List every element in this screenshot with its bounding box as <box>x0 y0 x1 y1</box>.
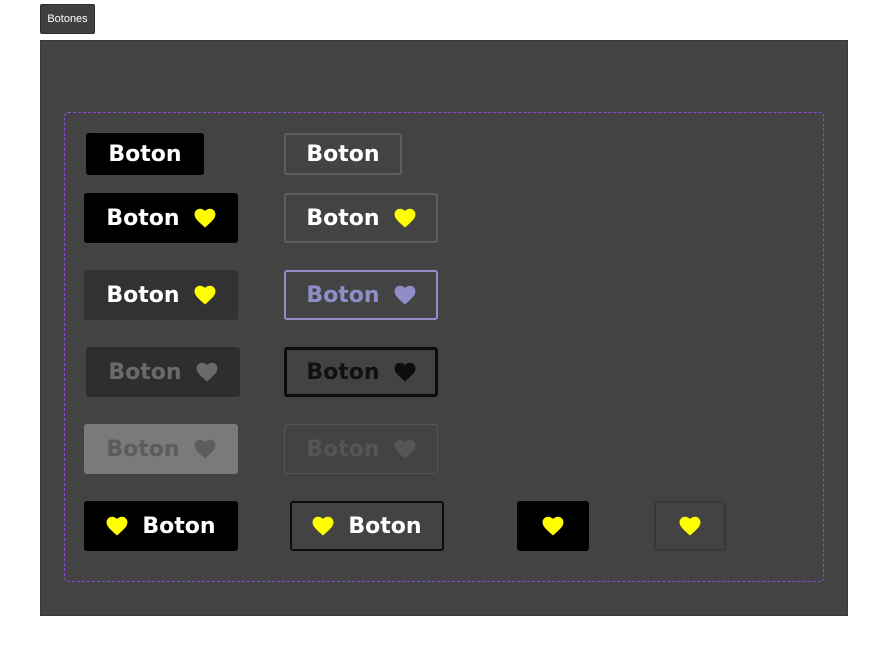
icon-button-primary[interactable] <box>517 501 589 551</box>
button-label: Boton <box>108 359 182 385</box>
icon-button-secondary[interactable] <box>654 501 726 551</box>
heart-icon <box>679 516 701 536</box>
button-label: Boton <box>106 436 180 462</box>
button-secondary-active[interactable]: Boton <box>284 347 438 397</box>
heart-icon <box>394 362 416 382</box>
frame-title[interactable]: Botones <box>40 4 95 34</box>
button-label: Boton <box>306 436 380 462</box>
button-secondary-focus[interactable]: Boton <box>284 270 438 320</box>
heart-icon <box>194 439 216 459</box>
heart-icon <box>394 439 416 459</box>
button-primary-active[interactable]: Boton <box>86 347 240 397</box>
heart-icon <box>106 516 128 536</box>
button-secondary-default[interactable]: Boton <box>284 193 438 243</box>
button-primary-hover[interactable]: Boton <box>84 270 238 320</box>
button-label: Boton <box>306 359 380 385</box>
button-label: Boton <box>306 282 380 308</box>
button-primary-disabled[interactable]: Boton <box>84 424 238 474</box>
button-label: Boton <box>106 282 180 308</box>
button-secondary-small[interactable]: Boton <box>284 133 402 175</box>
button-secondary-disabled[interactable]: Boton <box>284 424 438 474</box>
heart-icon <box>312 516 334 536</box>
heart-icon <box>196 362 218 382</box>
heart-icon <box>542 516 564 536</box>
heart-icon <box>394 285 416 305</box>
button-label: Boton <box>306 205 380 231</box>
heart-icon <box>194 285 216 305</box>
button-label: Boton <box>142 513 216 539</box>
heart-icon <box>394 208 416 228</box>
button-primary-leading-icon[interactable]: Boton <box>84 501 238 551</box>
button-primary-small[interactable]: Boton <box>86 133 204 175</box>
button-label: Boton <box>106 205 180 231</box>
button-label: Boton <box>108 141 182 167</box>
button-label: Boton <box>306 141 380 167</box>
button-label: Boton <box>348 513 422 539</box>
button-secondary-leading-icon[interactable]: Boton <box>290 501 444 551</box>
heart-icon <box>194 208 216 228</box>
button-primary-default[interactable]: Boton <box>84 193 238 243</box>
